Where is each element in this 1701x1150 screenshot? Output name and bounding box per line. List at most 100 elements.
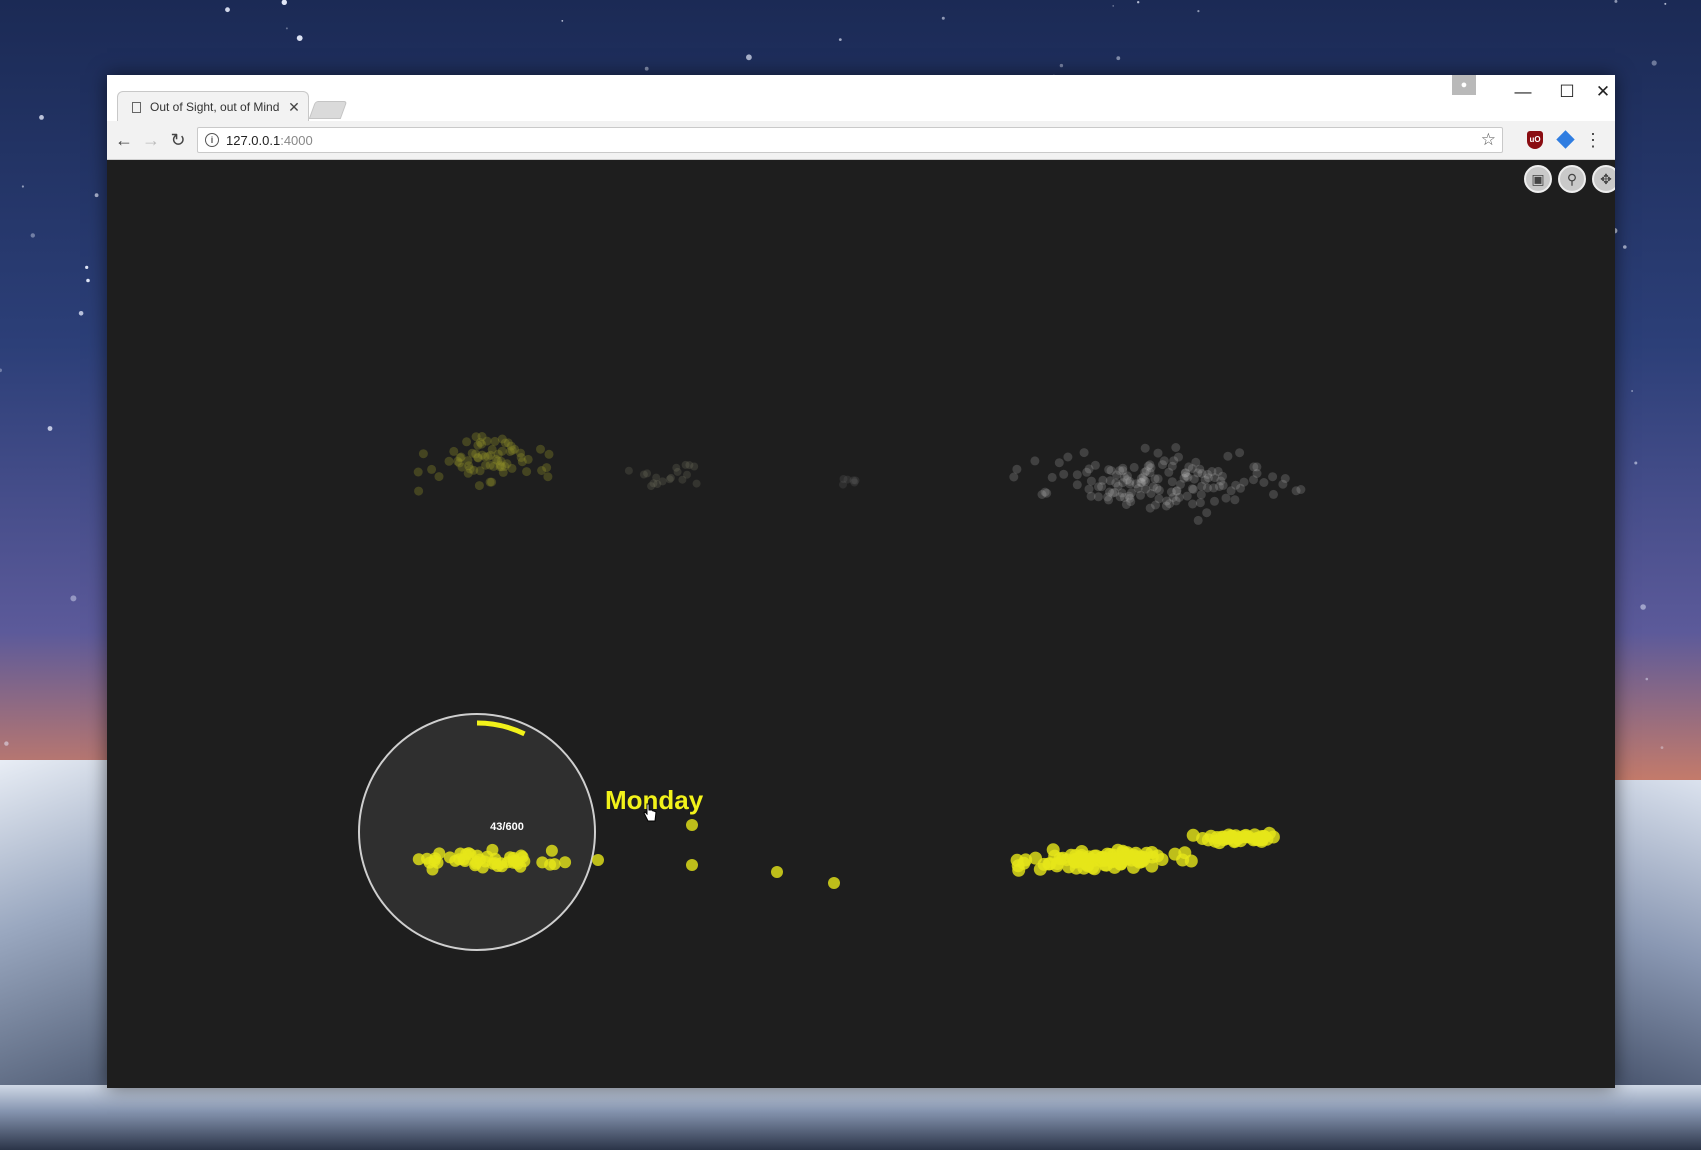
highlighted-dot <box>1255 834 1269 848</box>
bookmark-star-icon[interactable]: ☆ <box>1481 130 1496 150</box>
faded-dot <box>1086 476 1096 486</box>
fullscreen-icon[interactable]: ✥ <box>1592 165 1615 193</box>
faded-dot <box>1239 477 1249 487</box>
highlighted-dot <box>1051 857 1064 870</box>
faded-dot <box>1072 470 1082 480</box>
faded-dot <box>839 475 848 483</box>
browser-tab[interactable]: Out of Sight, out of Mind ✕ <box>117 91 309 122</box>
highlighted-dot <box>592 854 604 866</box>
faded-dot <box>665 475 674 484</box>
faded-dot <box>1179 473 1189 483</box>
highlighted-dot <box>1105 855 1119 869</box>
star <box>746 54 752 61</box>
star <box>1645 677 1649 681</box>
faded-dot <box>1193 515 1203 525</box>
faded-dot <box>692 479 701 488</box>
star <box>285 27 288 30</box>
faded-dot <box>1104 495 1114 505</box>
faded-dot <box>647 482 656 491</box>
hand-cursor-icon <box>643 803 657 822</box>
faded-dot <box>522 467 532 477</box>
faded-dot <box>1030 456 1040 466</box>
address-bar[interactable]: i 127.0.0.1:4000 ☆ <box>197 127 1503 153</box>
faded-dot <box>456 452 466 462</box>
browser-window: Out of Sight, out of Mind ✕ ● — ☐ ✕ ← → … <box>107 75 1615 1088</box>
highlighted-dot <box>828 877 840 889</box>
highlighted-dot <box>686 859 698 871</box>
star <box>644 66 649 71</box>
faded-dot <box>1148 482 1158 492</box>
faded-dot <box>1145 503 1155 513</box>
faded-dot <box>444 456 454 466</box>
faded-dot <box>544 449 554 459</box>
faded-dot <box>473 452 483 462</box>
tab-close-icon[interactable]: ✕ <box>286 99 302 116</box>
faded-dot <box>1167 461 1177 471</box>
faded-dot <box>1167 477 1177 487</box>
highlighted-dot <box>771 866 783 878</box>
close-icon[interactable]: ✕ <box>1591 77 1615 107</box>
star <box>1631 390 1633 392</box>
star <box>85 265 89 269</box>
faded-dot <box>462 437 472 447</box>
faded-dot <box>434 472 444 482</box>
star <box>1634 461 1638 465</box>
star <box>47 426 53 431</box>
faded-dot <box>1105 487 1114 497</box>
faded-dot <box>1200 475 1210 485</box>
highlighted-dot <box>433 847 446 860</box>
faded-dot <box>542 463 552 473</box>
faded-dot <box>1054 458 1064 468</box>
faded-dot <box>1269 489 1278 499</box>
page-viewport: ▣ ⚲ ✥ Monday 43/600 <box>107 160 1615 1088</box>
highlighted-dot <box>469 859 482 872</box>
faded-dot <box>1209 483 1219 493</box>
camera-icon[interactable]: ▣ <box>1524 165 1552 193</box>
faded-dot <box>449 446 459 456</box>
faded-dot <box>536 444 545 454</box>
star <box>1116 56 1121 61</box>
highlighted-dot <box>1127 860 1140 874</box>
faded-dot <box>505 447 515 456</box>
faded-dot <box>1140 443 1150 453</box>
ublock-icon[interactable]: uO <box>1527 131 1543 149</box>
star <box>21 185 24 188</box>
star <box>1640 604 1646 610</box>
star <box>561 20 564 22</box>
highlighted-dot <box>1082 850 1096 864</box>
star <box>1614 0 1618 3</box>
new-tab-button[interactable] <box>308 101 348 119</box>
minimize-icon[interactable]: — <box>1503 77 1543 107</box>
forward-arrow-icon[interactable]: → <box>138 127 164 153</box>
profile-icon[interactable]: ● <box>1452 75 1476 95</box>
faded-dot <box>673 467 682 476</box>
extension-icon[interactable] <box>1556 130 1575 149</box>
faded-dot <box>1072 480 1082 490</box>
back-arrow-icon[interactable]: ← <box>111 127 137 153</box>
info-icon[interactable]: i <box>205 133 219 147</box>
reload-icon[interactable]: ↻ <box>165 127 191 153</box>
faded-dot <box>1230 495 1240 505</box>
star <box>838 38 842 41</box>
search-icon[interactable]: ⚲ <box>1558 165 1586 193</box>
maximize-icon[interactable]: ☐ <box>1547 77 1587 107</box>
faded-dot <box>683 470 691 479</box>
faded-dot <box>850 478 859 487</box>
highlighted-dot <box>453 853 466 866</box>
faded-dot <box>1202 508 1212 518</box>
faded-dot <box>1129 462 1139 472</box>
faded-dot <box>1213 466 1223 476</box>
star <box>1137 1 1140 4</box>
faded-dot <box>685 461 694 470</box>
star <box>1059 63 1064 68</box>
faded-dot <box>418 449 428 459</box>
star <box>39 115 44 120</box>
faded-dot <box>1146 463 1156 473</box>
faded-dot <box>1123 471 1132 481</box>
dot-visualization[interactable] <box>107 160 1615 1088</box>
star <box>1197 10 1200 13</box>
faded-dot <box>1037 490 1047 499</box>
highlighted-dot <box>686 819 698 831</box>
menu-icon[interactable]: ⋮ <box>1583 127 1603 153</box>
star <box>1623 245 1627 249</box>
